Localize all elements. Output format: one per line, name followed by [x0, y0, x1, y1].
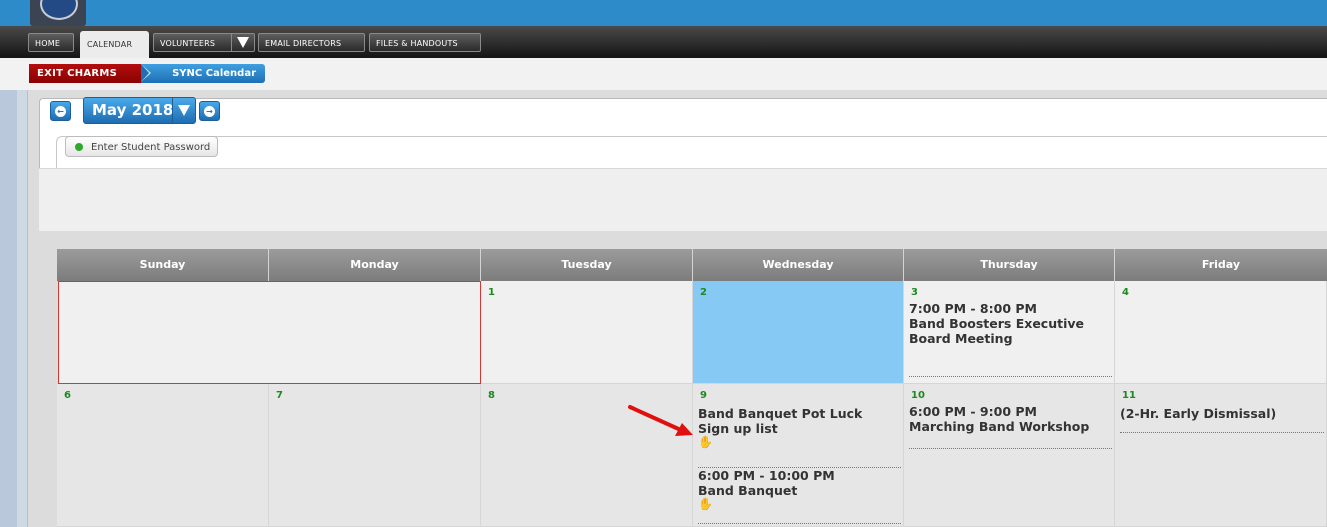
calendar-grid: Sunday Monday Tuesday Wednesday Thursday…	[57, 249, 1327, 527]
day-cell-6[interactable]: 6	[57, 384, 269, 527]
day-number: 6	[64, 390, 71, 401]
enter-student-password-button[interactable]: Enter Student Password	[65, 136, 219, 157]
status-dot-icon	[75, 143, 83, 151]
weekday-sunday: Sunday	[57, 249, 269, 281]
toolbar: EXIT CHARMS SYNC Calendar	[0, 58, 1327, 90]
top-bar	[0, 0, 1327, 26]
event-time: 7:00 PM - 8:00 PM	[909, 301, 1037, 316]
tab-files-handouts[interactable]: FILES & HANDOUTS	[369, 33, 481, 52]
day-number: 4	[1122, 287, 1129, 298]
weekday-friday: Friday	[1115, 249, 1327, 281]
day-cell-7[interactable]: 7	[269, 384, 481, 527]
day-number: 8	[488, 390, 495, 401]
annotation-arrow-icon	[628, 405, 693, 436]
event-title: Marching Band Workshop	[909, 419, 1090, 434]
logo	[30, 0, 86, 26]
day-number: 11	[1122, 390, 1136, 401]
prev-month-button[interactable]: ←	[50, 101, 71, 121]
chevron-down-icon[interactable]	[231, 34, 254, 51]
event-time: 6:00 PM - 10:00 PM	[698, 468, 835, 483]
tab-home[interactable]: HOME	[28, 33, 74, 52]
exit-charms-button[interactable]: EXIT CHARMS	[29, 64, 145, 83]
day-number: 1	[488, 287, 495, 298]
next-month-button[interactable]: →	[199, 101, 220, 121]
month-selector[interactable]: May 2018	[83, 97, 196, 124]
event-title: (2-Hr. Early Dismissal)	[1120, 406, 1277, 421]
calendar-event[interactable]: 7:00 PM - 8:00 PM Band Boosters Executiv…	[909, 301, 1112, 377]
calendar-header-footer	[39, 168, 1327, 231]
month-label: May 2018	[92, 101, 174, 119]
main-nav: HOME CALENDAR VOLUNTEERS EMAIL DIRECTORS…	[0, 26, 1327, 58]
left-strip-inner	[17, 90, 27, 527]
calendar-event[interactable]: (2-Hr. Early Dismissal)	[1120, 406, 1324, 433]
password-button-label: Enter Student Password	[91, 142, 211, 153]
calendar-event-potluck[interactable]: Band Banquet Pot Luck Sign up list ✋	[698, 406, 901, 468]
day-number: 9	[700, 390, 707, 401]
day-cell-3[interactable]: 3 7:00 PM - 8:00 PM Band Boosters Execut…	[904, 281, 1115, 384]
chevron-right-inner	[141, 64, 149, 82]
left-strip	[0, 90, 17, 527]
day-number: 2	[700, 287, 707, 298]
sync-calendar-label: SYNC Calendar	[172, 68, 256, 79]
password-fieldset	[56, 136, 1327, 168]
weekday-wednesday: Wednesday	[693, 249, 904, 281]
empty-days-cell[interactable]	[58, 281, 481, 384]
day-cell-2[interactable]: 2	[693, 281, 904, 384]
sync-calendar-button[interactable]: SYNC Calendar	[141, 64, 265, 83]
chevron-down-icon[interactable]	[172, 98, 195, 123]
weekday-thursday: Thursday	[904, 249, 1115, 281]
day-number: 3	[911, 287, 918, 298]
day-cell-4[interactable]: 4	[1115, 281, 1327, 384]
tab-volunteers[interactable]: VOLUNTEERS	[153, 33, 255, 52]
hand-icon[interactable]: ✋	[698, 498, 901, 511]
tab-calendar[interactable]: CALENDAR	[80, 31, 149, 58]
arrow-left-icon: ←	[55, 105, 66, 117]
event-time: 6:00 PM - 9:00 PM	[909, 404, 1037, 419]
day-cell-11[interactable]: 11 (2-Hr. Early Dismissal)	[1115, 384, 1327, 527]
tab-email-directors[interactable]: EMAIL DIRECTORS	[258, 33, 365, 52]
tab-volunteers-label: VOLUNTEERS	[160, 39, 216, 48]
day-cell-10[interactable]: 10 6:00 PM - 9:00 PM Marching Band Works…	[904, 384, 1115, 527]
day-number: 10	[911, 390, 925, 401]
logo-emblem-icon	[40, 0, 78, 20]
day-cell-9[interactable]: 9 Band Banquet Pot Luck Sign up list ✋ 6…	[693, 384, 904, 527]
event-title: Band Boosters Executive Board Meeting	[909, 316, 1084, 346]
hand-icon[interactable]: ✋	[698, 436, 901, 449]
day-number: 7	[276, 390, 283, 401]
weekday-tuesday: Tuesday	[481, 249, 693, 281]
calendar-event[interactable]: 6:00 PM - 9:00 PM Marching Band Workshop	[909, 404, 1112, 449]
arrow-right-icon: →	[204, 105, 215, 117]
event-title: Band Banquet	[698, 483, 798, 498]
event-title: Band Banquet Pot Luck Sign up list	[698, 406, 863, 436]
weekday-monday: Monday	[269, 249, 481, 281]
day-cell-1[interactable]: 1	[481, 281, 693, 384]
calendar-event-banquet[interactable]: 6:00 PM - 10:00 PM Band Banquet ✋	[698, 468, 901, 524]
